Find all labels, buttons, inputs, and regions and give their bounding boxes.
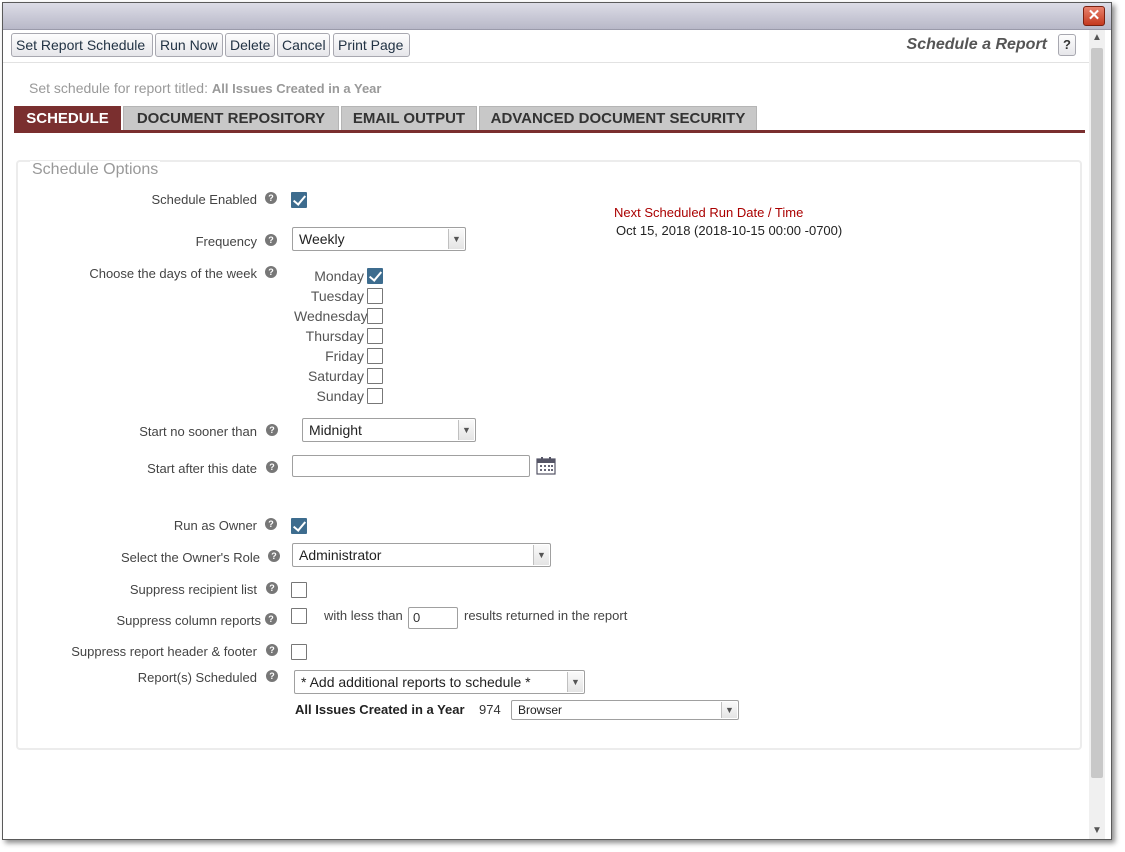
help-button[interactable]: ? <box>1058 34 1076 56</box>
run-as-owner-label: Run as Owner <box>173 518 257 533</box>
help-icon[interactable]: ? <box>265 266 277 278</box>
schedule-options-legend: Schedule Options <box>30 161 161 179</box>
day-checkbox-sunday[interactable] <box>367 388 383 404</box>
tab-document-repository[interactable]: DOCUMENT REPOSITORY <box>123 106 339 130</box>
day-checkbox-friday[interactable] <box>367 348 383 364</box>
day-label-sunday: Sunday <box>316 388 364 404</box>
dialog-content: Set Report Schedule Run Now Delete Cance… <box>3 30 1089 839</box>
day-label-tuesday: Tuesday <box>310 288 364 304</box>
subtitle-prefix: Set schedule for report titled: <box>29 80 208 96</box>
day-checkbox-wednesday[interactable] <box>367 308 383 324</box>
help-icon[interactable]: ? <box>265 234 277 246</box>
schedule-options-panel <box>16 160 1082 750</box>
delete-button[interactable]: Delete <box>225 33 275 57</box>
next-run-value: Oct 15, 2018 (2018-10-15 00:00 -0700) <box>616 223 843 238</box>
page-title: Schedule a Report <box>906 36 1047 53</box>
suppress-header-footer-checkbox[interactable] <box>291 644 307 660</box>
chevron-down-icon: ▼ <box>448 229 464 249</box>
suppress-header-footer-label: Suppress report header & footer <box>71 644 257 659</box>
next-run-title: Next Scheduled Run Date / Time <box>614 205 804 220</box>
suppress-recipient-checkbox[interactable] <box>291 582 307 598</box>
day-label-thursday: Thursday <box>305 328 364 344</box>
suppress-column-prefix: with less than <box>324 608 403 623</box>
toolbar: Set Report Schedule Run Now Delete Cance… <box>3 30 1089 63</box>
report-output-value: Browser <box>518 703 563 717</box>
suppress-column-checkbox[interactable] <box>291 608 307 624</box>
frequency-label: Frequency <box>195 234 257 249</box>
tab-email-output[interactable]: EMAIL OUTPUT <box>341 106 477 130</box>
chevron-down-icon: ▼ <box>533 545 549 565</box>
tab-underline <box>14 130 1085 133</box>
day-label-saturday: Saturday <box>307 368 364 384</box>
chevron-down-icon: ▼ <box>721 702 737 718</box>
print-page-button[interactable]: Print Page <box>333 33 410 57</box>
report-subtitle: Set schedule for report titled: All Issu… <box>29 80 381 96</box>
subtitle-report-name: All Issues Created in a Year <box>211 81 382 96</box>
help-icon[interactable]: ? <box>266 670 278 682</box>
result-threshold-input[interactable]: 0 <box>408 607 458 629</box>
set-report-schedule-button[interactable]: Set Report Schedule <box>11 33 153 57</box>
owner-role-label: Select the Owner's Role <box>120 550 260 565</box>
scheduled-report-id: 974 <box>479 702 501 717</box>
help-icon[interactable]: ? <box>268 550 280 562</box>
scrollbar-thumb[interactable] <box>1091 48 1103 778</box>
tab-advanced-document-security[interactable]: ADVANCED DOCUMENT SECURITY <box>479 106 757 130</box>
help-icon[interactable]: ? <box>266 644 278 656</box>
cancel-button[interactable]: Cancel <box>277 33 330 57</box>
help-icon[interactable]: ? <box>266 461 278 473</box>
help-icon[interactable]: ? <box>266 582 278 594</box>
start-no-sooner-select[interactable]: Midnight ▼ <box>302 418 476 442</box>
start-after-date-label: Start after this date <box>147 461 257 476</box>
add-reports-select[interactable]: * Add additional reports to schedule * ▼ <box>294 670 585 694</box>
day-checkbox-saturday[interactable] <box>367 368 383 384</box>
start-no-sooner-value: Midnight <box>309 422 362 438</box>
schedule-enabled-checkbox[interactable] <box>291 192 307 208</box>
suppress-recipient-label: Suppress recipient list <box>129 582 257 597</box>
suppress-column-suffix: results returned in the report <box>464 608 628 623</box>
title-bar: ✕ <box>3 3 1111 30</box>
day-label-friday: Friday <box>325 348 364 364</box>
day-checkbox-thursday[interactable] <box>367 328 383 344</box>
days-of-week-label: Choose the days of the week <box>89 266 257 281</box>
help-icon[interactable]: ? <box>266 424 278 436</box>
day-checkbox-tuesday[interactable] <box>367 288 383 304</box>
scroll-down-icon[interactable]: ▼ <box>1089 823 1105 839</box>
frequency-select[interactable]: Weekly ▼ <box>292 227 466 251</box>
tab-schedule[interactable]: SCHEDULE <box>14 106 121 130</box>
calendar-icon[interactable] <box>536 456 556 475</box>
run-now-button[interactable]: Run Now <box>155 33 223 57</box>
add-reports-placeholder: * Add additional reports to schedule * <box>301 674 531 690</box>
owner-role-select[interactable]: Administrator ▼ <box>292 543 551 567</box>
start-no-sooner-label: Start no sooner than <box>139 424 257 439</box>
day-label-monday: Monday <box>314 268 364 284</box>
chevron-down-icon: ▼ <box>458 420 474 440</box>
owner-role-value: Administrator <box>299 547 382 563</box>
report-output-select[interactable]: Browser ▼ <box>511 700 739 720</box>
scroll-up-icon[interactable]: ▲ <box>1089 30 1105 46</box>
frequency-value: Weekly <box>299 231 345 247</box>
vertical-scrollbar[interactable]: ▲ ▼ <box>1089 30 1105 839</box>
day-label-wednesday: Wednesday <box>294 308 368 324</box>
start-after-date-input[interactable] <box>292 455 530 477</box>
reports-scheduled-label: Report(s) Scheduled <box>137 670 257 685</box>
help-icon[interactable]: ? <box>265 192 277 204</box>
run-as-owner-checkbox[interactable] <box>291 518 307 534</box>
close-icon[interactable]: ✕ <box>1083 6 1105 26</box>
chevron-down-icon: ▼ <box>567 672 583 692</box>
help-icon[interactable]: ? <box>265 518 277 530</box>
help-icon[interactable]: ? <box>265 613 277 625</box>
suppress-column-label: Suppress column reports <box>116 613 261 628</box>
day-checkbox-monday[interactable] <box>367 268 383 284</box>
scheduled-report-name: All Issues Created in a Year <box>295 702 465 717</box>
schedule-enabled-label: Schedule Enabled <box>151 192 257 207</box>
dialog-window: ✕ Set Report Schedule Run Now Delete Can… <box>2 2 1112 840</box>
